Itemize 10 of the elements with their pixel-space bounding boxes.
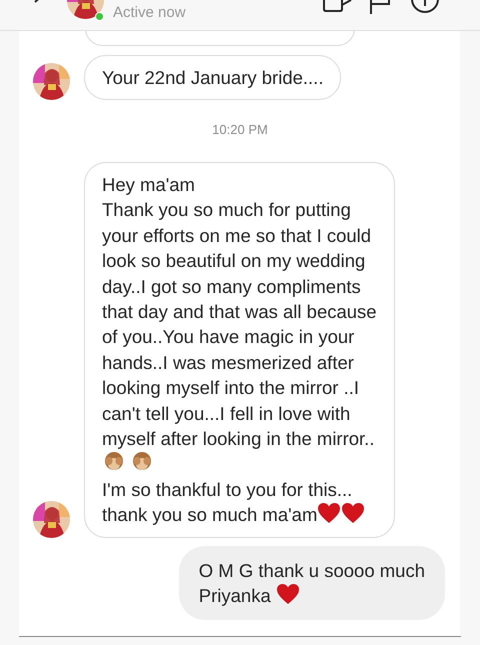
message-text: O M G thank u soooo much Priyanka [178, 546, 445, 620]
video-camera-icon[interactable] [323, 0, 353, 12]
heart-icon [341, 502, 366, 524]
message-text: Your 22nd January bride.... [84, 55, 342, 100]
message-text: Hey ma'am Thank you so much for putting your efforts on me so that I could look so beautiful on my wedding day..I got so many compliments that day and that was all because of you..You have magic in your hands..I was mesmerized after looking myself into the mirror ..I can't tell you...I fell in love with myself after looking in the mirror.. I'm so thankful to you for this... thank you so much ma'am [84, 162, 395, 538]
active-status: Active now [113, 3, 186, 23]
flag-icon[interactable] [369, 0, 391, 14]
heart-icon [276, 582, 300, 605]
heart-icon [317, 502, 342, 524]
timestamp: 10:20 PM [212, 121, 268, 140]
